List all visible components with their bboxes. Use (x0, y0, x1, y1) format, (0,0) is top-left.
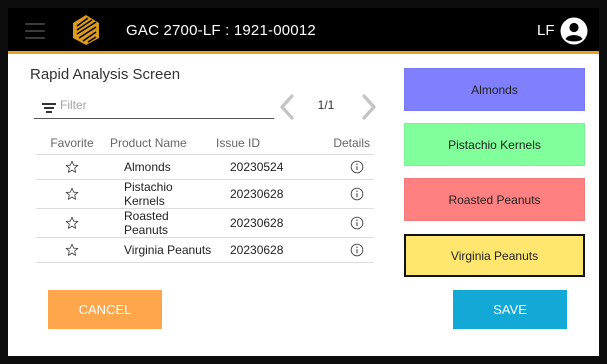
info-icon[interactable] (350, 187, 364, 201)
user-initials[interactable]: LF (537, 22, 555, 39)
product-button-roasted-peanuts[interactable]: Roasted Peanuts (404, 178, 585, 221)
star-outline-icon[interactable] (65, 243, 79, 257)
product-table: Favorite Product Name Issue ID Details A… (36, 132, 374, 263)
product-name-cell: Almonds (108, 154, 214, 180)
table-row[interactable]: Roasted Peanuts 20230628 (36, 208, 374, 238)
column-header-favorite: Favorite (36, 132, 108, 155)
gold-logo-icon (73, 15, 99, 45)
issue-id-cell: 20230628 (214, 208, 314, 238)
issue-id-cell: 20230524 (214, 154, 314, 180)
star-outline-icon[interactable] (65, 216, 79, 230)
info-icon[interactable] (350, 160, 364, 174)
hamburger-menu-icon[interactable] (25, 23, 45, 39)
device-frame: GAC 2700-LF : 1921-00012 LF Rapid Analys… (0, 0, 607, 364)
issue-id-cell: 20230628 (214, 237, 314, 263)
product-name-cell: Virginia Peanuts (108, 237, 214, 263)
table-row[interactable]: Almonds 20230524 (36, 154, 374, 180)
filter-field (34, 95, 274, 119)
table-header-row: Favorite Product Name Issue ID Details (36, 132, 374, 155)
product-name-cell: Pistachio Kernels (108, 179, 214, 209)
chevron-right-icon[interactable] (358, 92, 380, 122)
info-icon[interactable] (350, 216, 364, 230)
star-outline-icon[interactable] (65, 187, 79, 201)
info-icon[interactable] (350, 243, 364, 257)
chevron-left-icon[interactable] (276, 92, 298, 122)
product-name-cell: Roasted Peanuts (108, 208, 214, 238)
product-button-almonds[interactable]: Almonds (404, 68, 585, 111)
filter-input[interactable] (60, 98, 260, 112)
column-header-details: Details (314, 132, 374, 155)
table-row[interactable]: Pistachio Kernels 20230628 (36, 179, 374, 209)
page-indicator: 1/1 (317, 98, 335, 112)
filter-icon (42, 103, 56, 113)
column-header-product-name: Product Name (108, 132, 214, 155)
product-button-virginia-peanuts[interactable]: Virginia Peanuts (404, 234, 585, 277)
star-outline-icon[interactable] (65, 160, 79, 174)
user-avatar-icon[interactable] (560, 17, 588, 45)
top-bar: GAC 2700-LF : 1921-00012 LF (8, 8, 599, 54)
issue-id-cell: 20230628 (214, 179, 314, 209)
column-header-issue-id: Issue ID (214, 132, 314, 155)
cancel-button[interactable]: CANCEL (48, 290, 162, 329)
app-screen: GAC 2700-LF : 1921-00012 LF Rapid Analys… (8, 8, 599, 356)
save-button[interactable]: SAVE (453, 290, 567, 329)
app-title: GAC 2700-LF : 1921-00012 (126, 22, 316, 39)
product-button-pistachio-kernels[interactable]: Pistachio Kernels (404, 123, 585, 166)
table-row[interactable]: Virginia Peanuts 20230628 (36, 237, 374, 263)
panel-title: Rapid Analysis Screen (30, 66, 181, 83)
